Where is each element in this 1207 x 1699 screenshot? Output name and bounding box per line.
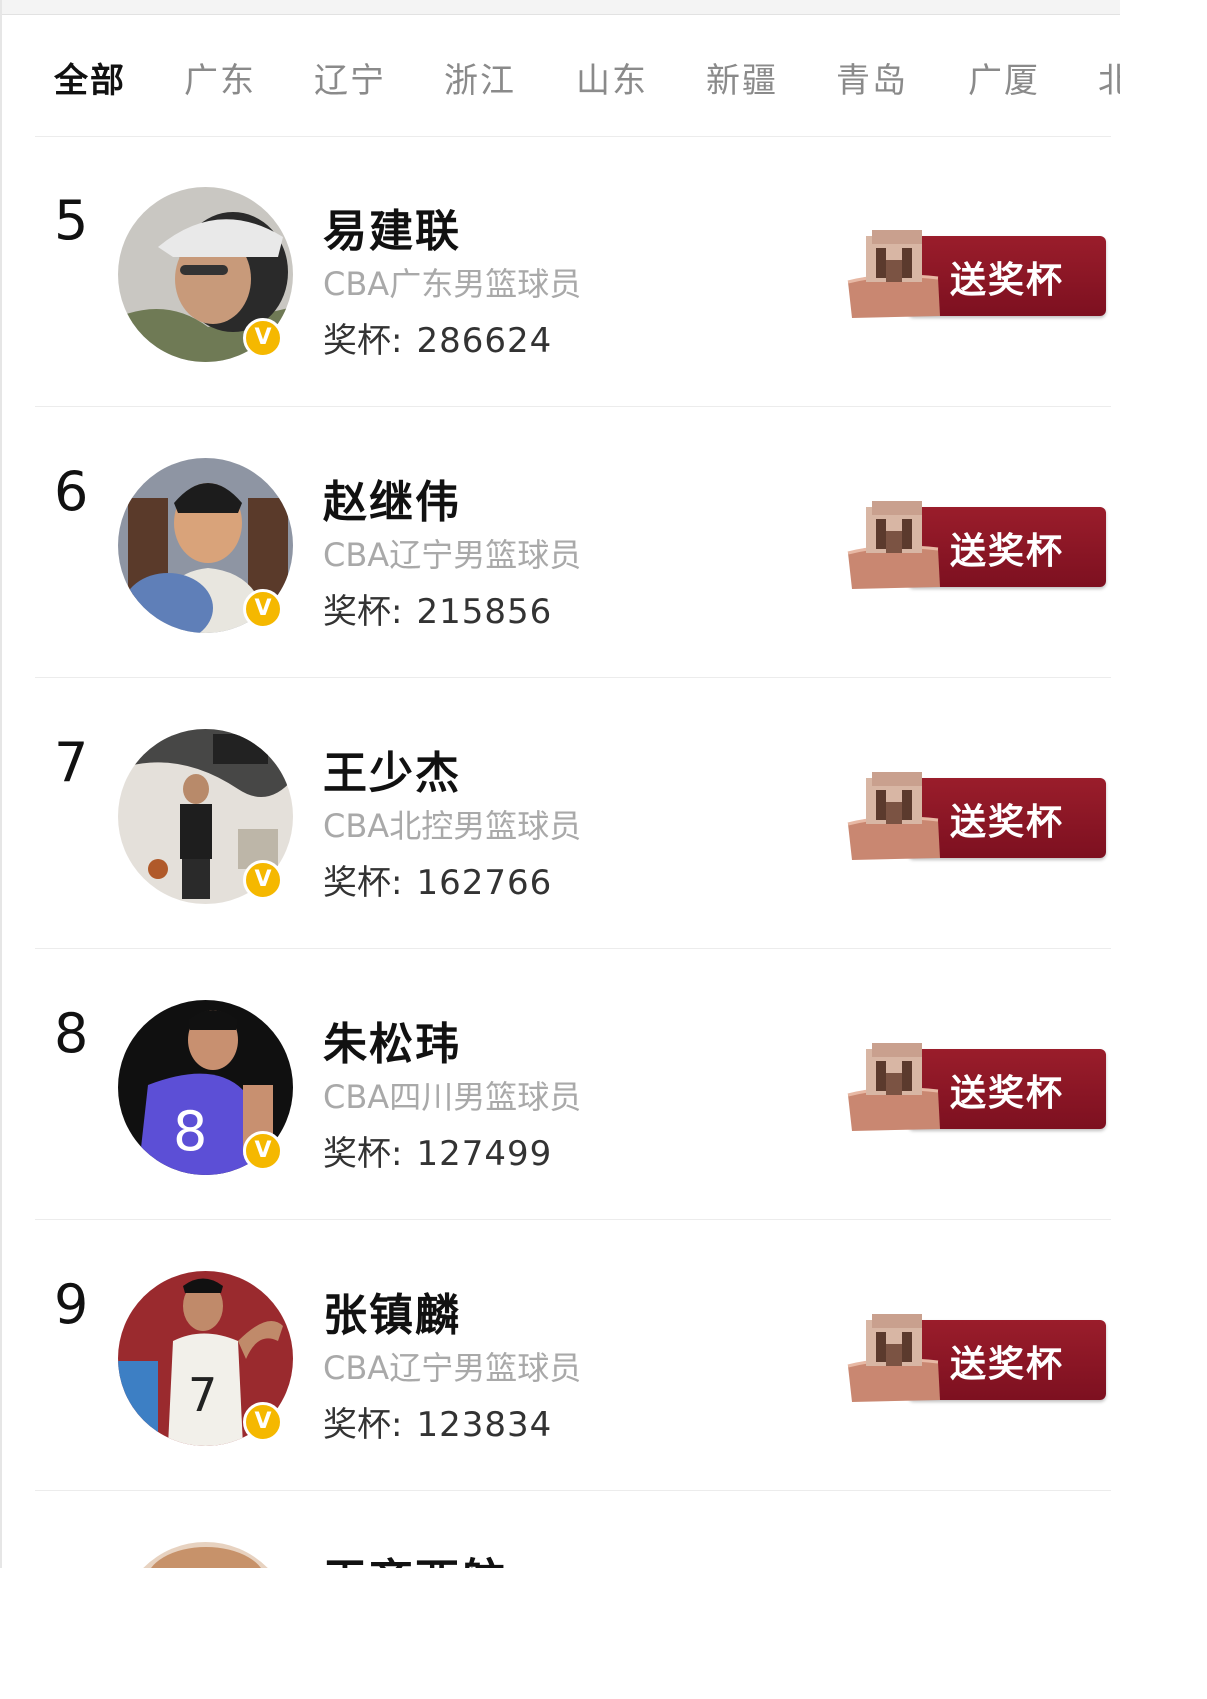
verified-badge-icon: V [243,1402,283,1442]
tab-zhejiang[interactable]: 浙江 [444,53,516,102]
trophy-count: 奖杯: 162766 [323,863,553,903]
trophy-count: 奖杯: 127499 [323,1134,553,1174]
player-avatar[interactable]: V [118,729,293,904]
send-trophy-label: 送奖杯 [950,802,1065,843]
trophy-cup-icon [847,1314,940,1402]
send-trophy-label: 送奖杯 [950,1344,1065,1385]
trophy-count: 奖杯: 286624 [323,321,553,361]
rank-number: 5 [54,189,89,252]
verified-badge-icon: V [243,318,283,358]
player-team-desc: CBA四川男篮球员 [323,1078,582,1116]
rank-number: 9 [54,1273,89,1336]
player-name: 易建联 [323,206,461,257]
verified-badge-icon: V [243,1131,283,1171]
verified-badge-icon: V [243,860,283,900]
tab-liaoning[interactable]: 辽宁 [314,53,386,102]
player-avatar[interactable]: V [118,458,293,633]
region-tab-bar: 全部 广东 辽宁 浙江 山东 新疆 青岛 广厦 北 [0,15,1120,137]
tab-xinjiang[interactable]: 新疆 [706,53,778,102]
tab-shandong[interactable]: 山东 [576,53,648,102]
send-trophy-label: 送奖杯 [950,260,1065,301]
player-name: 张镇麟 [323,1290,461,1341]
player-row[interactable]: 9 7 V 张镇麟 CBA辽宁男篮球员 奖杯: 123834 送奖杯 [0,1221,1120,1491]
player-row[interactable]: 7 V 王少杰 CBA北控男篮球员 奖杯: 162766 送奖杯 [0,679,1120,949]
send-trophy-label: 送奖杯 [950,1073,1065,1114]
rank-number: 6 [54,460,89,523]
trophy-count: 奖杯: 215856 [323,592,553,632]
player-row[interactable]: 8 8 V 朱松玮 CBA四川男篮球员 奖杯: 127499 送奖杯 [0,950,1120,1220]
tab-guangdong[interactable]: 广东 [184,53,256,102]
tab-guangsha[interactable]: 广厦 [968,53,1040,102]
verified-badge-icon: V [243,589,283,629]
rank-number: 8 [54,1002,89,1065]
trophy-cup-icon [847,230,940,318]
tab-qingdao[interactable]: 青岛 [836,53,908,102]
player-team-desc: CBA辽宁男篮球员 [323,536,582,574]
tab-all[interactable]: 全部 [54,53,126,102]
player-name: 王少杰 [323,748,461,799]
send-trophy-button[interactable]: 送奖杯 [846,220,1108,320]
svg-text:7: 7 [188,1368,217,1422]
player-name: 赵继伟 [323,477,461,528]
send-trophy-button[interactable]: 送奖杯 [846,1304,1108,1404]
player-team-desc: CBA北控男篮球员 [323,807,582,845]
player-avatar[interactable]: V [118,187,293,362]
trophy-cup-icon [847,772,940,860]
player-avatar[interactable]: 7 V [118,1271,293,1446]
send-trophy-label: 送奖杯 [950,531,1065,572]
player-name: 王齐西航 [323,1544,507,1568]
svg-text:8: 8 [173,1100,207,1163]
status-strip [0,0,1120,15]
tab-beijing[interactable]: 北 [1098,53,1120,102]
send-trophy-button[interactable]: 送奖杯 [846,1033,1108,1133]
player-team-desc: CBA辽宁男篮球员 [323,1349,582,1387]
rank-number: 7 [54,731,89,794]
send-trophy-button[interactable]: 送奖杯 [846,491,1108,591]
player-avatar[interactable] [118,1542,293,1568]
player-row-partial[interactable]: 王齐西航 [0,1492,1120,1568]
player-row[interactable]: 6 V 赵继伟 CBA辽宁男篮球员 奖杯: 215856 送奖杯 [0,408,1120,678]
player-name: 朱松玮 [323,1019,461,1070]
trophy-cup-icon [847,1043,940,1131]
player-row[interactable]: 5 V 易建联 CBA广东男篮球员 奖杯: 286624 送奖杯 [0,137,1120,407]
player-avatar[interactable]: 8 V [118,1000,293,1175]
send-trophy-button[interactable]: 送奖杯 [846,762,1108,862]
player-team-desc: CBA广东男篮球员 [323,265,582,303]
trophy-count: 奖杯: 123834 [323,1405,553,1445]
trophy-cup-icon [847,501,940,589]
